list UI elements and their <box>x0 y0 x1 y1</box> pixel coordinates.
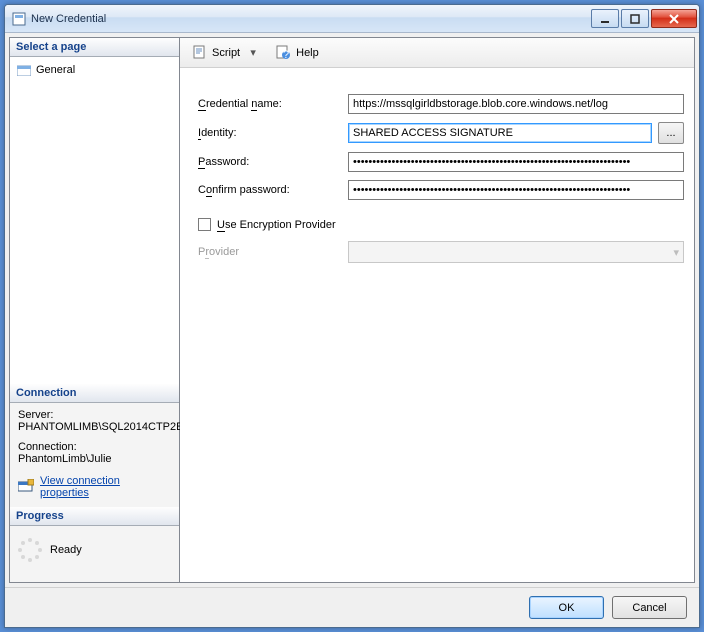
right-panel: Script ▾ ? Help Credential name: <box>180 38 694 582</box>
progress-spinner-icon <box>18 538 42 562</box>
server-label: Server: <box>12 407 177 421</box>
window-title: New Credential <box>31 13 589 25</box>
progress-state: Ready <box>50 544 82 556</box>
connection-value: PhantomLimb\Julie <box>12 453 177 471</box>
main-area: Select a page General Connection Server:… <box>9 37 695 583</box>
help-label: Help <box>296 47 319 59</box>
help-icon: ? <box>276 45 292 61</box>
cancel-button[interactable]: Cancel <box>612 596 687 619</box>
credential-name-input[interactable] <box>348 94 684 114</box>
identity-label: Identity: <box>198 127 348 140</box>
titlebar[interactable]: New Credential <box>5 5 699 33</box>
connection-panel: Server: PHANTOMLIMB\SQL2014CTP2E Connect… <box>10 403 179 507</box>
app-icon <box>11 11 27 27</box>
window-buttons <box>589 9 697 28</box>
connection-label: Connection: <box>12 439 177 453</box>
view-connection-properties-link[interactable]: View connection properties <box>40 475 171 499</box>
use-encryption-checkbox[interactable] <box>198 218 211 231</box>
page-icon <box>16 62 32 78</box>
select-page-header: Select a page <box>10 38 179 57</box>
connection-props-icon <box>18 479 34 496</box>
password-input[interactable] <box>348 152 684 172</box>
use-encryption-row: Use Encryption Provider <box>198 218 684 231</box>
minimize-button[interactable] <box>591 9 619 28</box>
toolbar: Script ▾ ? Help <box>180 38 694 68</box>
identity-input[interactable] <box>348 123 652 143</box>
ok-button[interactable]: OK <box>529 596 604 619</box>
dialog-window: New Credential Select a page General Co <box>4 4 700 628</box>
tree-item-label: General <box>36 64 75 76</box>
progress-panel: Ready <box>10 526 179 582</box>
credential-name-label: Credential name: <box>198 98 348 111</box>
password-label: Password: <box>198 156 348 169</box>
script-icon <box>192 45 208 61</box>
progress-header: Progress <box>10 507 179 526</box>
page-tree: General <box>10 57 179 384</box>
script-button[interactable]: Script <box>188 43 244 63</box>
tree-item-general[interactable]: General <box>12 61 177 79</box>
server-value: PHANTOMLIMB\SQL2014CTP2E <box>12 421 177 439</box>
chevron-down-icon: ▾ <box>673 246 679 259</box>
confirm-password-input[interactable] <box>348 180 684 200</box>
script-dropdown[interactable]: ▾ <box>248 46 258 59</box>
view-connection-row: View connection properties <box>12 471 177 503</box>
script-label: Script <box>212 47 240 59</box>
help-button[interactable]: ? Help <box>272 43 323 63</box>
form: Credential name: Identity: ... Password:… <box>180 68 694 281</box>
identity-browse-button[interactable]: ... <box>658 122 684 144</box>
provider-label: Provider <box>198 246 348 258</box>
provider-select: ▾ <box>348 241 684 263</box>
maximize-button[interactable] <box>621 9 649 28</box>
dialog-footer: OK Cancel <box>5 587 699 627</box>
use-encryption-label: Use Encryption Provider <box>217 219 336 231</box>
client-area: Select a page General Connection Server:… <box>5 33 699 627</box>
confirm-password-label: Confirm password: <box>198 184 348 197</box>
close-button[interactable] <box>651 9 697 28</box>
left-panel: Select a page General Connection Server:… <box>10 38 180 582</box>
connection-header: Connection <box>10 384 179 403</box>
svg-text:?: ? <box>283 49 289 59</box>
